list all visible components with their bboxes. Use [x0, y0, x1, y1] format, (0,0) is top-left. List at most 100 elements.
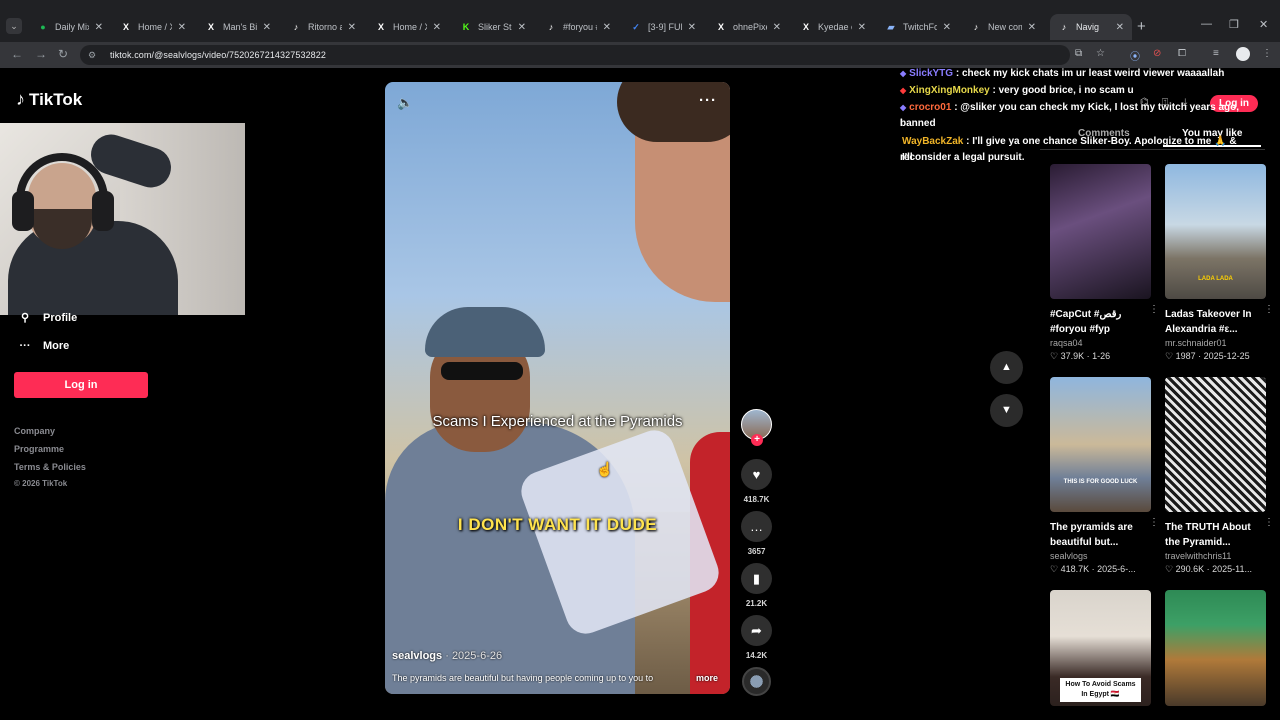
video-thumbnail[interactable]: LADA LADA [1165, 164, 1266, 299]
recommended-video-card[interactable]: LADA LADA Ladas Takeover In Alexandria #… [1165, 164, 1274, 362]
browser-menu-icon[interactable]: ⋮ [1262, 48, 1272, 59]
browser-tab[interactable]: X Kyedae on ✕ [792, 14, 874, 40]
video-thumbnail[interactable] [1165, 377, 1266, 512]
like-heart-icon[interactable]: ♥ [741, 459, 772, 490]
back-arrow-icon[interactable]: ← [11, 47, 23, 61]
browser-tab[interactable]: K Sliker Strea ✕ [452, 14, 534, 40]
recommended-video-card[interactable]: The TRUTH About the Pyramid... travelwit… [1165, 377, 1274, 575]
browser-tab[interactable]: ♪ New comi ✕ [962, 14, 1044, 40]
address-bar[interactable]: ⚙ tiktok.com/@sealvlogs/video/7520267214… [80, 45, 1070, 65]
next-video-chevron-down-icon[interactable]: ▼ [990, 394, 1023, 427]
install-app-icon[interactable]: ⧉ [1075, 48, 1082, 59]
sidebar-login-button[interactable]: Log in [14, 372, 148, 398]
sidebar-item-more[interactable]: ··· More [18, 340, 70, 352]
browser-tab[interactable]: X Man's Bibl ✕ [197, 14, 279, 40]
extensions-puzzle-icon[interactable]: ⧠ [1178, 48, 1186, 59]
extension-audio-icon[interactable]: ⦿ [1130, 48, 1140, 63]
close-tab-icon[interactable]: ✕ [95, 22, 103, 33]
close-tab-icon[interactable]: ✕ [688, 22, 696, 33]
card-options-icon[interactable]: ⋮ [1264, 304, 1274, 315]
close-tab-icon[interactable]: ✕ [603, 22, 611, 33]
previous-video-chevron-up-icon[interactable]: ▲ [990, 351, 1023, 384]
tab-search-button[interactable]: ⌄ [6, 18, 22, 34]
tab-title: Ritorno ag [308, 22, 342, 32]
card-title[interactable]: #CapCut #رقص #foryou #fyp [1050, 307, 1151, 337]
browser-tab[interactable]: ♪ #foryou # ✕ [537, 14, 619, 40]
browser-tab[interactable]: ✓ [3-9] FURI ✕ [622, 14, 704, 40]
video-thumbnail[interactable] [1165, 590, 1266, 706]
tiktok-logo[interactable]: ♪ TikTok [16, 89, 82, 110]
card-options-icon[interactable]: ⋮ [1264, 517, 1274, 528]
footer-link-company[interactable]: Company [14, 426, 55, 436]
spotify-icon: ● [40, 22, 46, 32]
video-options-icon[interactable]: ··· [699, 92, 717, 109]
site-info-icon[interactable]: ⚙ [88, 50, 100, 61]
sidebar-item-profile[interactable]: ⚲ Profile [18, 311, 77, 325]
minimize-icon[interactable]: — [1201, 18, 1212, 30]
bookmark-icon[interactable]: ▮ [741, 563, 772, 594]
recommended-video-card[interactable]: THIS IS FOR GOOD LUCK The pyramids are b… [1050, 377, 1159, 575]
close-tab-icon[interactable]: ✕ [1116, 22, 1124, 33]
close-tab-icon[interactable]: ✕ [1028, 22, 1036, 33]
browser-tab[interactable]: X Home / X ✕ [367, 14, 449, 40]
music-disc-icon[interactable] [742, 667, 771, 696]
video-player[interactable]: 🔈 ··· Scams I Experienced at the Pyramid… [385, 82, 730, 694]
share-arrow-icon[interactable]: ➦ [741, 615, 772, 646]
browser-tab[interactable]: ● Daily Mix ✕ [29, 14, 111, 40]
video-author[interactable]: sealvlogs · 2025-6-26 [392, 650, 502, 662]
close-tab-icon[interactable]: ✕ [943, 22, 951, 33]
new-tab-button[interactable]: + [1137, 18, 1146, 35]
video-author-name[interactable]: sealvlogs [392, 650, 442, 662]
follow-plus-icon[interactable]: + [751, 434, 763, 446]
reload-icon[interactable]: ↻ [58, 47, 68, 61]
forward-arrow-icon[interactable]: → [35, 47, 47, 61]
tab-title: Daily Mix [55, 22, 89, 32]
card-author[interactable]: mr.schnaider01 [1165, 338, 1266, 348]
video-more-link[interactable]: more [696, 673, 718, 683]
copyright-text: © 2026 TikTok [14, 479, 68, 488]
video-date: 2025-6-26 [451, 650, 503, 662]
restore-icon[interactable]: ❐ [1229, 18, 1239, 31]
close-tab-icon[interactable]: ✕ [773, 22, 781, 33]
video-thumbnail[interactable]: THIS IS FOR GOOD LUCK [1050, 377, 1151, 512]
card-options-icon[interactable]: ⋮ [1149, 304, 1159, 315]
comment-count: 3657 [747, 547, 766, 556]
close-tab-icon[interactable]: ✕ [858, 22, 866, 33]
card-author[interactable]: raqsa04 [1050, 338, 1151, 348]
browser-profile-avatar[interactable] [1236, 47, 1250, 61]
browser-tab[interactable]: ♪ Ritorno ag ✕ [282, 14, 364, 40]
browser-tab[interactable]: XohnePixel ✕ [707, 14, 789, 40]
close-tab-icon[interactable]: ✕ [263, 22, 271, 33]
browser-tab[interactable]: ♪ Navig ✕ [1050, 14, 1132, 40]
bookmark-star-icon[interactable]: ☆ [1096, 48, 1105, 59]
media-controls-icon[interactable]: ≡ [1213, 48, 1219, 59]
browser-tab[interactable]: ▰ TwitchFoll ✕ [877, 14, 959, 40]
video-thumbnail[interactable] [1050, 164, 1151, 299]
recommended-video-card[interactable]: How To Avoid Scams In Egypt 🇪🇬 [1050, 590, 1151, 706]
recommended-video-card[interactable]: #CapCut #رقص #foryou #fyp raqsa04 ♡ 37.9… [1050, 164, 1159, 362]
close-window-icon[interactable]: ✕ [1259, 18, 1268, 31]
card-title[interactable]: Ladas Takeover In Alexandria #ε... [1165, 307, 1266, 337]
card-options-icon[interactable]: ⋮ [1149, 517, 1159, 528]
close-tab-icon[interactable]: ✕ [433, 22, 441, 33]
recommended-video-card[interactable] [1165, 590, 1266, 706]
card-author[interactable]: travelwithchris11 [1165, 551, 1266, 561]
footer-link-terms[interactable]: Terms & Policies [14, 462, 86, 472]
close-tab-icon[interactable]: ✕ [348, 22, 356, 33]
close-tab-icon[interactable]: ✕ [178, 22, 186, 33]
video-thumbnail[interactable]: How To Avoid Scams In Egypt 🇪🇬 [1050, 590, 1151, 706]
close-tab-icon[interactable]: ✕ [518, 22, 526, 33]
chat-badge-icon: ◆ [900, 86, 907, 95]
card-author[interactable]: sealvlogs [1050, 551, 1151, 561]
card-title[interactable]: The pyramids are beautiful but... [1050, 520, 1151, 550]
volume-icon[interactable]: 🔈 [397, 95, 413, 111]
video-caption-subtitle: I DON'T WANT IT DUDE [457, 515, 658, 534]
card-title[interactable]: The TRUTH About the Pyramid... [1165, 520, 1266, 550]
comment-bubble-icon[interactable]: … [741, 511, 772, 542]
chat-message: ◆ XingXingMonkey : very good brice, i no … [900, 83, 1134, 99]
browser-tab[interactable]: X Home / X ✕ [112, 14, 194, 40]
footer-link-programme[interactable]: Programme [14, 444, 64, 454]
extension-red-icon[interactable]: ⊘ [1153, 48, 1161, 59]
tiktok-icon: ♪ [293, 22, 299, 32]
chat-text: : @sliker you can check my Kick, I lost … [900, 102, 1240, 129]
